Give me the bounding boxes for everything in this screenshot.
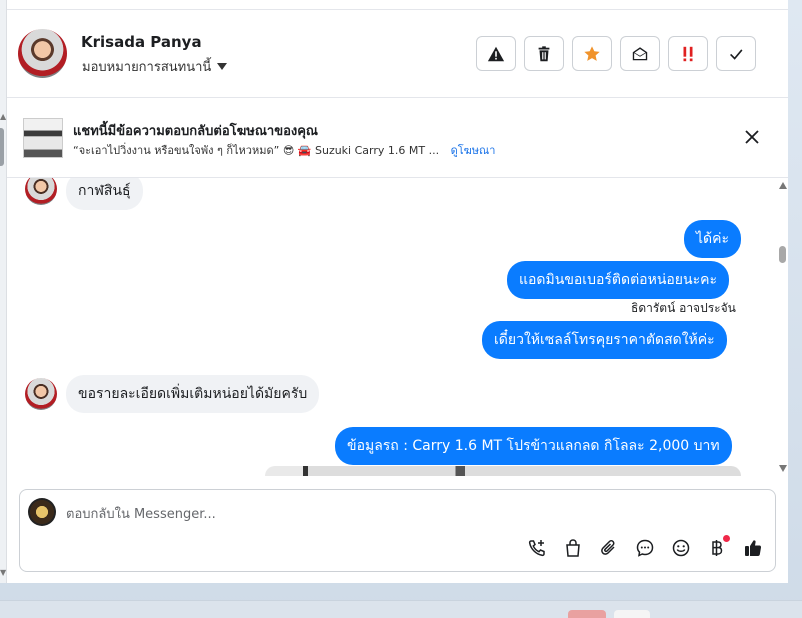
taskbar-item[interactable] [614,610,650,618]
paperclip-icon [601,540,615,555]
mark-unread-button[interactable] [620,36,660,71]
taskbar [0,600,802,618]
scroll-up-icon[interactable] [779,182,787,189]
composer-toolbar [526,535,764,559]
scroll-down-icon[interactable] [779,465,787,472]
avatar [25,378,57,410]
ad-banner-subtitle: “จะเอาไปวิ่งงาน หรือขนใจพัง ๆ ก็ไหวหมด” … [73,141,495,159]
warning-icon [487,46,505,61]
scroll-down-arrow-icon[interactable]: ▼ [0,568,6,577]
notification-dot [723,535,730,542]
message-thread: กาฬสินธุ์ ได้ค่ะ แอดมินขอเบอร์ติดต่อหน่อ… [7,178,777,476]
ad-text: “จะเอาไปวิ่งงาน หรือขนใจพัง ๆ ก็ไหวหมด” … [73,144,440,157]
like-button[interactable] [742,537,764,559]
call-button[interactable] [526,537,548,559]
message-outgoing[interactable]: ข้อมูลรถ : Carry 1.6 MT โปรข้าวแลกลด กิโ… [335,427,732,465]
contact-name[interactable]: Krisada Panya [81,33,202,51]
message-incoming[interactable]: กาฬสินธุ์ [66,178,143,210]
delete-button[interactable] [524,36,564,71]
message-outgoing[interactable]: เดี๋ยวให้เซลล์โทรคุยราคาตัดสดให้ค่ะ [482,321,727,359]
report-spam-button[interactable] [476,36,516,71]
phone-plus-icon [528,540,545,557]
left-edge-strip: ▲ ▼ [0,0,7,583]
emoji-button[interactable] [670,537,692,559]
ad-reply-banner: แชทนี้มีข้อความตอบกลับต่อโฆษณาของคุณ “จะ… [7,98,788,178]
envelope-open-icon [632,46,648,60]
exclamation-icon [683,46,693,61]
shopping-bag-icon [566,539,580,557]
taskbar-item[interactable] [568,610,606,618]
shop-button[interactable] [562,537,584,559]
ad-thumbnail[interactable] [23,118,63,158]
star-icon [584,45,600,61]
saved-replies-button[interactable] [634,537,656,559]
message-incoming[interactable]: ขอรายละเอียดเพิ่มเติมหน่อยได้มัยครับ [66,375,320,413]
trash-icon [538,45,550,61]
reply-composer [19,489,776,572]
check-icon [730,48,743,60]
payment-button[interactable] [706,535,730,559]
chat-bubble-icon [636,539,654,557]
thumbs-up-icon [745,540,762,556]
thread-scrollbar[interactable] [777,178,788,476]
caret-down-icon [217,63,228,70]
scrollbar-thumb[interactable] [779,246,786,263]
conversation-header: Krisada Panya มอบหมายการสนทนานี้ [7,9,788,98]
contact-avatar[interactable] [18,29,67,78]
view-ad-link[interactable]: ดูโฆษณา [451,144,496,157]
message-outgoing[interactable]: แอดมินขอเบอร์ติดต่อหน่อยนะคะ [507,261,729,299]
mark-done-button[interactable] [716,36,756,71]
panel-resize-handle[interactable] [0,128,4,166]
image-attachment-preview[interactable] [265,466,741,476]
scroll-up-arrow-icon[interactable]: ▲ [0,112,6,121]
follow-up-button[interactable] [668,36,708,71]
assign-label: มอบหมายการสนทนานี้ [82,60,212,75]
close-icon[interactable] [743,128,761,146]
assign-conversation-dropdown[interactable]: มอบหมายการสนทนานี้ [82,56,228,77]
page-avatar [28,498,56,526]
attach-button[interactable] [598,537,620,559]
conversation-panel: Krisada Panya มอบหมายการสนทนานี้ แชทนี้ม… [7,0,788,583]
ad-banner-title: แชทนี้มีข้อความตอบกลับต่อโฆษณาของคุณ [73,124,318,139]
message-outgoing[interactable]: ได้ค่ะ [684,220,742,258]
sender-name: ธิดารัตน์ อาจประจัน [631,301,736,315]
star-button[interactable] [572,36,612,71]
avatar [25,178,57,205]
reply-input[interactable] [66,504,666,524]
emoji-icon [672,539,690,557]
header-actions [476,36,756,71]
